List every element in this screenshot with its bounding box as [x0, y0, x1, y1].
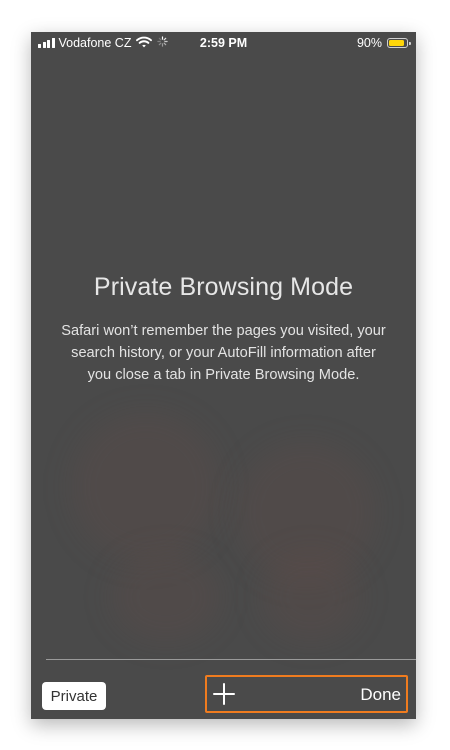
page-title: Private Browsing Mode [93, 273, 354, 301]
background-blur [261, 552, 361, 642]
battery-percentage: 90% [356, 36, 382, 50]
done-button[interactable]: Done [360, 683, 401, 707]
toolbar-divider [46, 659, 416, 660]
private-mode-description: Safari won’t remember the pages you visi… [61, 323, 386, 383]
plus-icon [213, 683, 235, 705]
battery-level [389, 40, 404, 46]
background-blur [111, 552, 221, 642]
status-bar: Vodafone CZ 2:59 PM 90% [31, 32, 416, 54]
status-bar-right: 90% [356, 36, 411, 50]
battery-icon [387, 38, 411, 48]
new-tab-button[interactable] [211, 681, 237, 707]
phone-screen: Vodafone CZ 2:59 PM 90% Private Browsing… [31, 32, 416, 719]
background-blur [71, 412, 221, 562]
page: Vodafone CZ 2:59 PM 90% Private Browsing… [0, 0, 450, 750]
private-button[interactable]: Private [42, 682, 106, 710]
battery-nub [409, 41, 411, 45]
